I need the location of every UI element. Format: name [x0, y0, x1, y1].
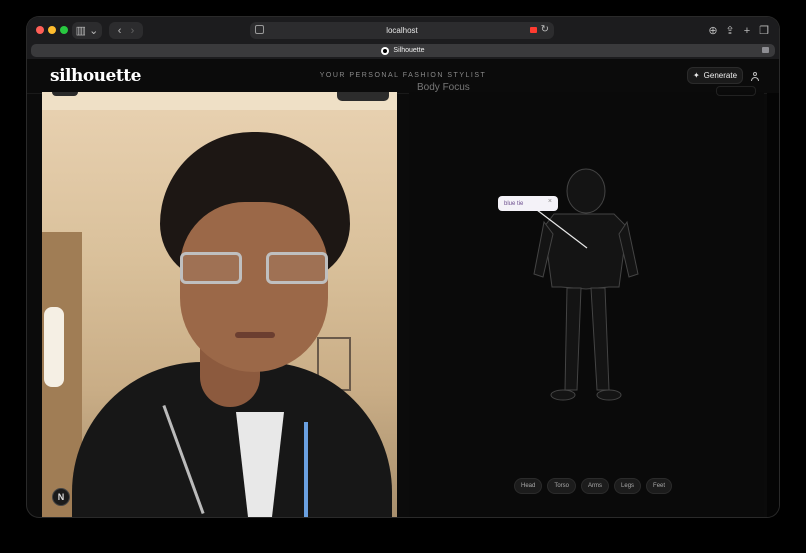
- browser-toolbar: ▥ ⌄ ‹ › localhost ↻ ⊕ ⇪ + ❐: [27, 17, 779, 43]
- panel-scroll-gutter: [767, 93, 779, 517]
- new-tab-button[interactable]: +: [741, 22, 753, 39]
- camera-control-right[interactable]: [337, 92, 389, 101]
- address-bar[interactable]: localhost ↻: [250, 22, 554, 39]
- browser-window: ▥ ⌄ ‹ › localhost ↻ ⊕ ⇪ + ❐ Silhouette s…: [27, 17, 779, 517]
- chip-feet[interactable]: Feet: [646, 478, 673, 494]
- downloads-button[interactable]: ⊕: [707, 22, 719, 39]
- app-header: silhouette YOUR PERSONAL FASHION STYLIST…: [27, 60, 779, 94]
- tabs-icon: ❐: [759, 25, 769, 37]
- sidebar-icon: ▥ ⌄: [75, 25, 99, 37]
- tab-camera-icon: [762, 47, 769, 53]
- chip-head[interactable]: Head: [514, 478, 543, 494]
- camera-control-left[interactable]: [52, 92, 78, 96]
- tab-title: Silhouette: [393, 47, 425, 54]
- chip-arms[interactable]: Arms: [581, 478, 610, 494]
- generate-label: Generate: [703, 71, 738, 80]
- plus-icon: +: [743, 24, 751, 37]
- tab-silhouette[interactable]: Silhouette: [31, 44, 775, 57]
- close-icon[interactable]: ×: [548, 198, 552, 205]
- left-lens: [180, 252, 242, 284]
- region-chips: Head Torso Arms Legs Feet: [514, 478, 673, 494]
- camera-corner-button[interactable]: N: [52, 488, 70, 506]
- glasses: [180, 252, 328, 286]
- reload-icon[interactable]: ↻: [541, 24, 549, 35]
- figure-left-leg[interactable]: [564, 287, 582, 391]
- share-button[interactable]: ⇪: [724, 22, 736, 39]
- minimize-window-button[interactable]: [48, 26, 56, 34]
- back-button[interactable]: ‹: [118, 25, 122, 37]
- sparkle-icon: ✦: [692, 71, 700, 80]
- camera-in-use-icon[interactable]: [530, 27, 537, 33]
- lamp: [44, 307, 64, 387]
- corner-button-label: N: [57, 492, 65, 502]
- right-lens: [266, 252, 328, 284]
- figure-left-foot[interactable]: [550, 389, 576, 401]
- close-window-button[interactable]: [36, 26, 44, 34]
- lanyard: [304, 422, 308, 517]
- chip-legs[interactable]: Legs: [614, 478, 642, 494]
- body-panel: Body Focus blue tie × Head Torso Arms Le…: [409, 82, 764, 517]
- download-icon: ⊕: [708, 25, 718, 37]
- zoom-window-button[interactable]: [60, 26, 68, 34]
- sidebar-toggle-button[interactable]: ▥ ⌄: [72, 22, 102, 39]
- face: [180, 202, 328, 372]
- camera-feed: N: [42, 92, 397, 517]
- figure-head[interactable]: [566, 168, 606, 214]
- user-icon[interactable]: [751, 72, 759, 81]
- annotation-tag-label: blue tie: [504, 200, 524, 207]
- address-text: localhost: [386, 26, 418, 35]
- favicon-icon: [381, 46, 390, 55]
- share-icon: ⇪: [725, 25, 735, 37]
- tab-bar: Silhouette: [27, 43, 779, 59]
- chip-torso[interactable]: Torso: [547, 478, 577, 494]
- annotation-tag[interactable]: blue tie ×: [498, 196, 558, 211]
- mouth: [235, 332, 275, 338]
- generate-button[interactable]: ✦ Generate: [687, 67, 743, 84]
- figure-right-leg[interactable]: [590, 287, 610, 391]
- page-menu-icon[interactable]: [255, 25, 264, 34]
- history-nav: ‹ ›: [109, 22, 143, 39]
- tab-overview-button[interactable]: ❐: [758, 22, 770, 39]
- forward-button[interactable]: ›: [131, 25, 135, 37]
- figure-right-foot[interactable]: [596, 389, 622, 401]
- tagline: YOUR PERSONAL FASHION STYLIST: [319, 72, 487, 79]
- body-figure: [533, 168, 639, 401]
